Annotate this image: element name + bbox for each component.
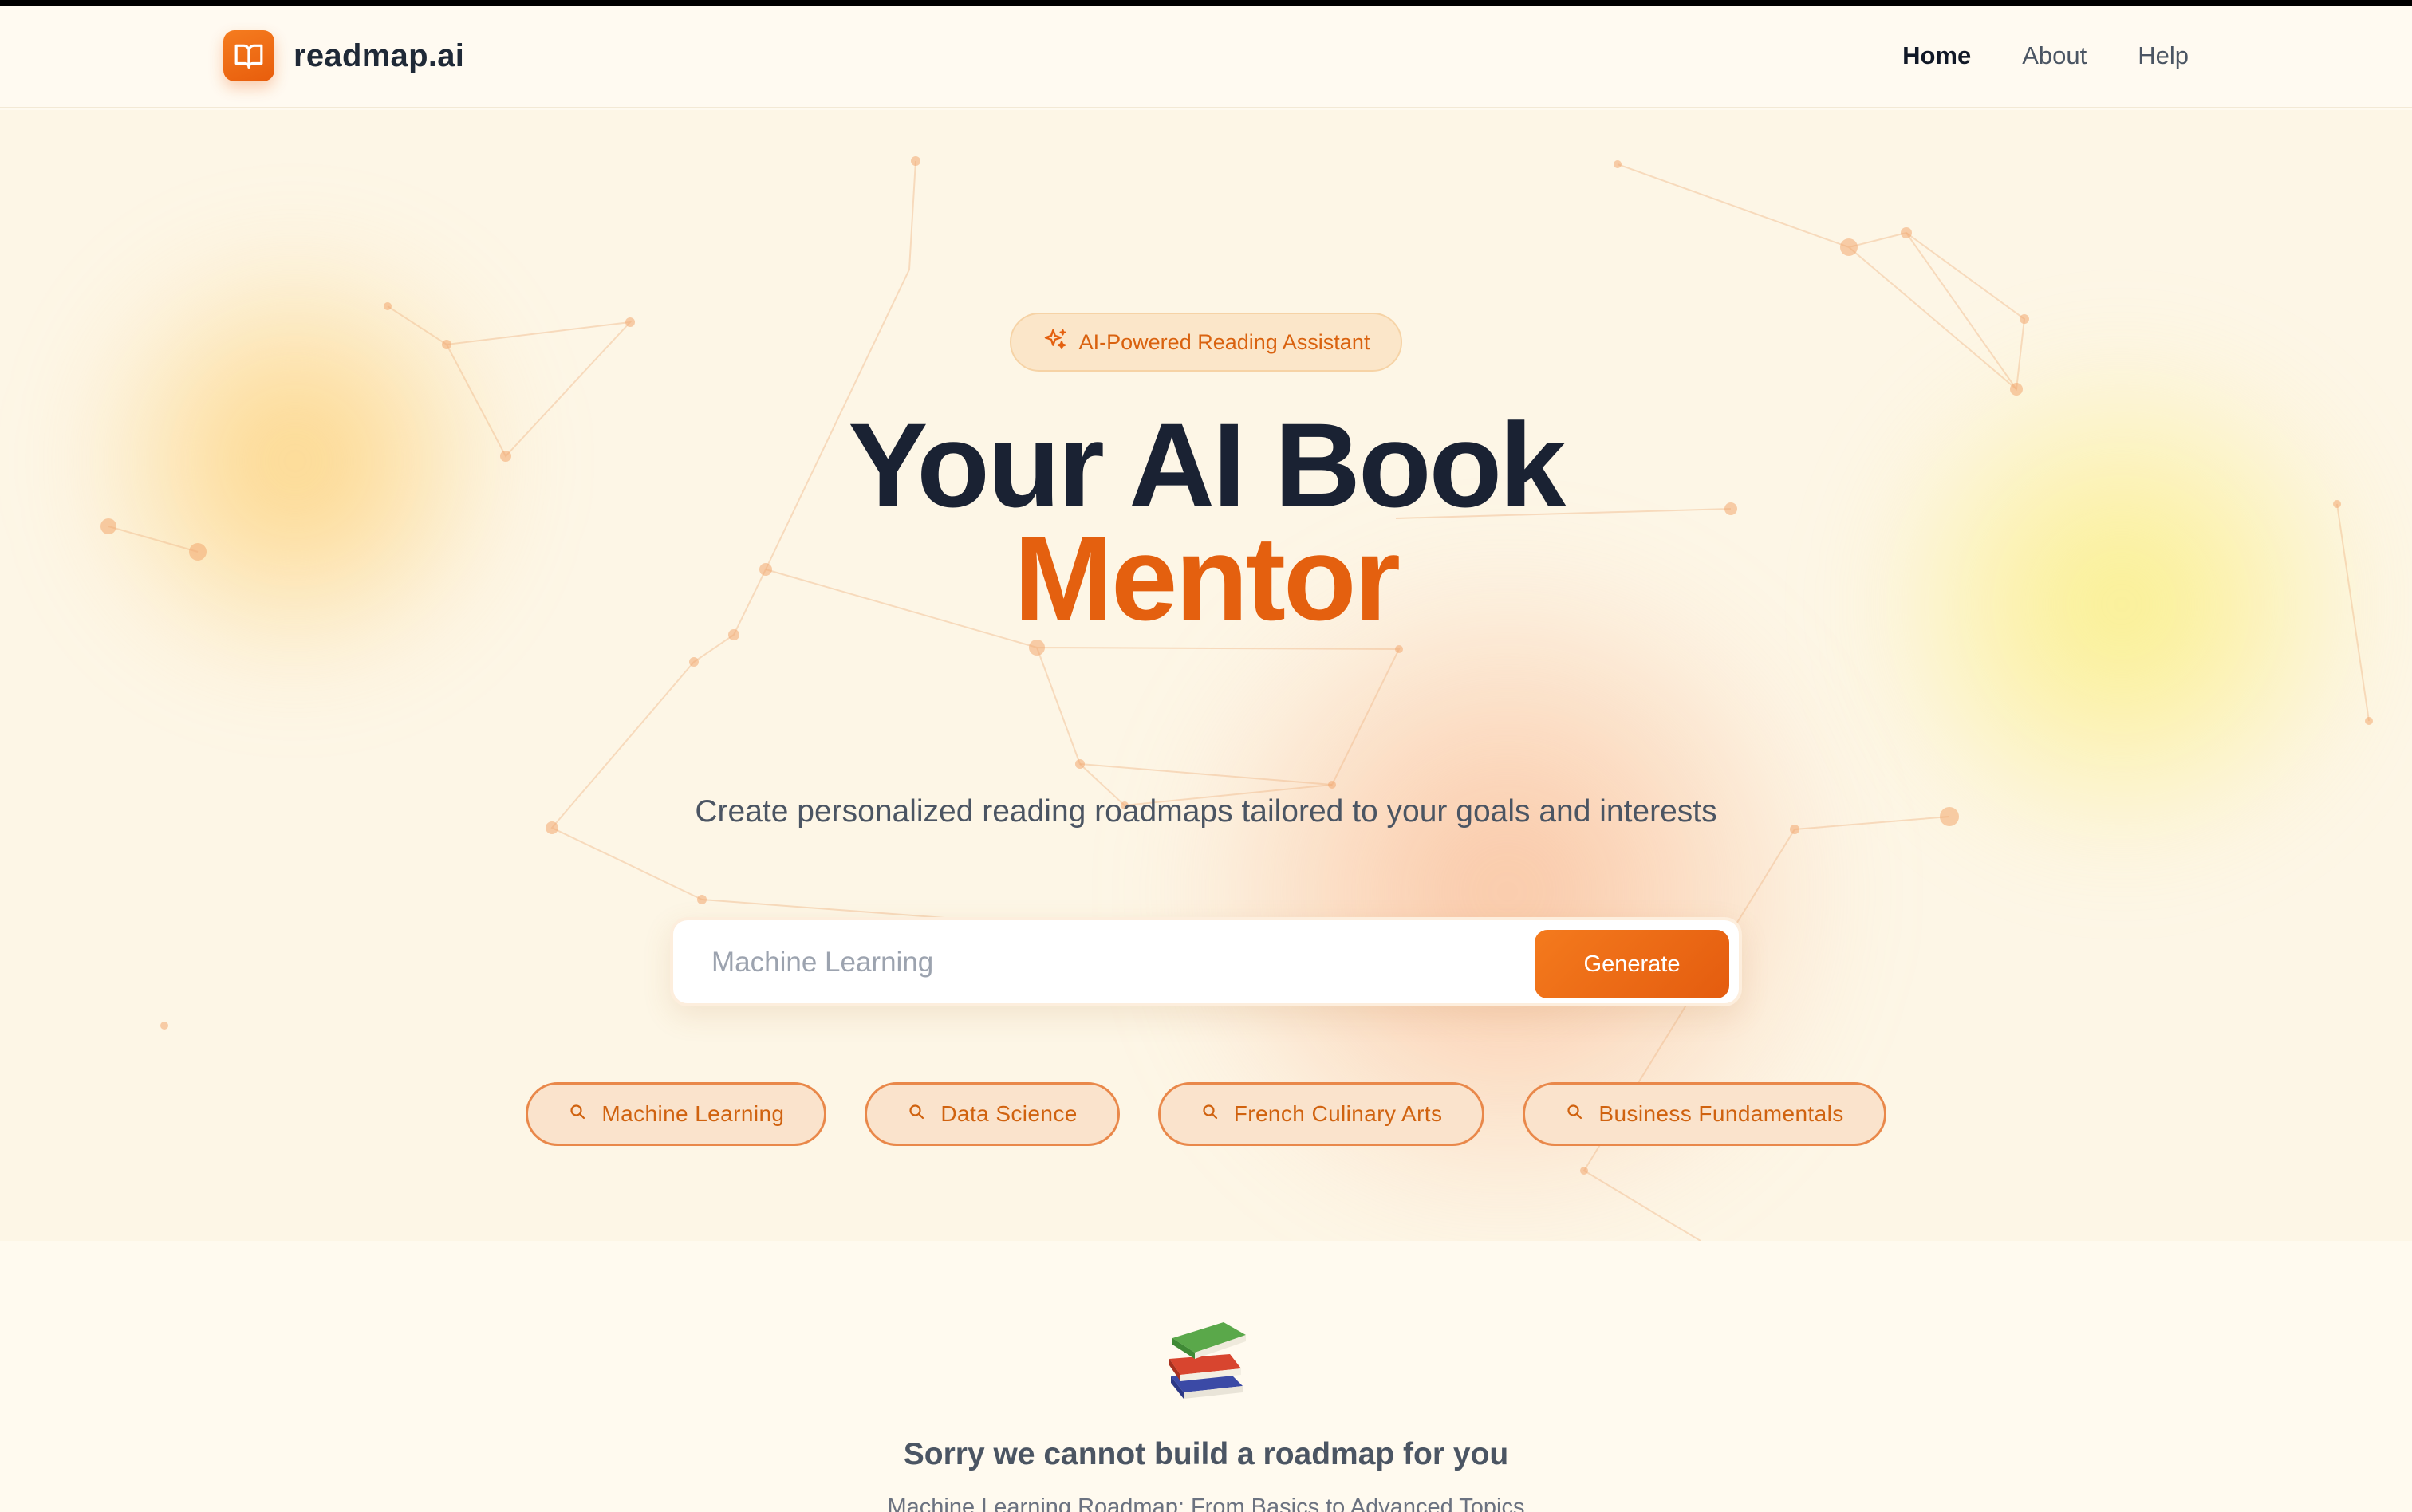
logo-book-icon[interactable] — [223, 30, 274, 81]
hero-subtitle: Create personalized reading roadmaps tai… — [695, 794, 1717, 829]
nav-link-home[interactable]: Home — [1902, 41, 1971, 70]
suggestion-chip-label: Machine Learning — [601, 1101, 785, 1126]
suggestion-chip-french-culinary-arts[interactable]: French Culinary Arts — [1157, 1082, 1485, 1146]
hero-title-line2: Mentor — [1014, 511, 1401, 645]
brand-name[interactable]: readmap.ai — [294, 38, 464, 74]
nav-links: Home About Help — [1902, 41, 2189, 70]
result-section: Sorry we cannot build a roadmap for you … — [0, 1241, 2412, 1512]
search-icon — [1565, 1101, 1584, 1127]
suggestion-chip-machine-learning[interactable]: Machine Learning — [526, 1082, 827, 1146]
ai-badge: AI-Powered Reading Assistant — [1010, 313, 1402, 372]
roadmap-title: Machine Learning Roadmap: From Basics to… — [887, 1494, 1525, 1512]
search-icon — [1200, 1101, 1220, 1127]
search-icon — [568, 1101, 587, 1127]
hero-title-line1: Your AI Book — [848, 398, 1566, 532]
decorative-network-background — [100, 156, 2373, 1241]
no-roadmap-message: Sorry we cannot build a roadmap for you — [903, 1437, 1509, 1471]
nav-link-help[interactable]: Help — [2138, 41, 2189, 70]
window-top-border — [0, 0, 2412, 6]
suggestion-chip-data-science[interactable]: Data Science — [865, 1082, 1120, 1146]
hero-section: AI-Powered Reading Assistant Your AI Boo… — [0, 110, 2412, 1241]
generate-button[interactable]: Generate — [1535, 930, 1729, 998]
suggestion-chip-label: French Culinary Arts — [1233, 1101, 1443, 1126]
top-navbar: readmap.ai Home About Help — [0, 6, 2412, 108]
search-icon — [907, 1101, 926, 1127]
suggestion-chip-label: Data Science — [940, 1101, 1078, 1126]
suggestion-chips: Machine Learning Data Science French Cul… — [0, 1082, 2412, 1146]
topic-search-input[interactable] — [711, 938, 1509, 987]
ai-badge-label: AI-Powered Reading Assistant — [1078, 329, 1370, 354]
books-icon — [1160, 1314, 1252, 1411]
suggestion-chip-business-fundamentals[interactable]: Business Fundamentals — [1523, 1082, 1886, 1146]
sparkle-icon — [1042, 327, 1068, 358]
topic-search-bar: Generate — [670, 917, 1742, 1006]
nav-link-about[interactable]: About — [2022, 41, 2087, 70]
suggestion-chip-label: Business Fundamentals — [1598, 1101, 1844, 1126]
